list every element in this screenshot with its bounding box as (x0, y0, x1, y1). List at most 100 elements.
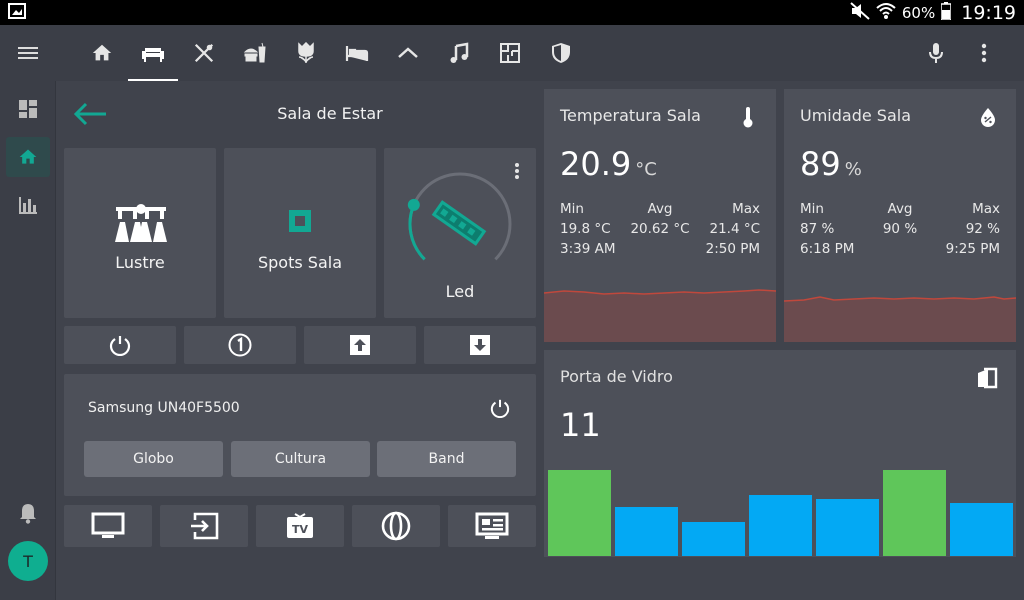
tab-home[interactable] (76, 25, 127, 81)
tab-roof[interactable] (382, 25, 433, 81)
history-bar (548, 470, 611, 556)
shield-icon (551, 43, 570, 63)
room-title: Sala de Estar (277, 104, 383, 123)
music-icon (450, 42, 468, 63)
tab-dining[interactable] (229, 25, 280, 81)
cutlery-icon (194, 43, 213, 63)
power-button[interactable] (64, 326, 176, 364)
humidity-sensor-card[interactable]: Umidade Sala 89% Min Avg Max 87 % 90 % 92 % … (784, 89, 1016, 342)
monitor-icon (91, 512, 125, 538)
light-card-led[interactable]: Led (384, 148, 536, 318)
tv-icon: TV (287, 513, 313, 538)
humidity-history-graph (784, 296, 1016, 342)
battery-level: 60% (901, 3, 936, 22)
sidebar-item-history[interactable] (6, 185, 50, 225)
history-bar (883, 470, 946, 556)
top-app-bar (0, 25, 1024, 81)
guide-icon (475, 512, 509, 539)
home-assistant-screen: 60% 19:19 T Sala de Estar Lustre Spots S… (0, 0, 1024, 600)
sensor-unit: °C (635, 159, 657, 180)
lower-button[interactable] (424, 326, 536, 364)
number-one-icon (228, 333, 252, 357)
sensor-value: 89% (800, 145, 862, 183)
dashboard-icon (19, 100, 37, 118)
flower-icon (297, 42, 314, 63)
tv-guide-button[interactable] (448, 505, 536, 547)
overflow-menu-button[interactable] (972, 37, 996, 69)
home-icon (92, 44, 111, 61)
stat-max: 92 % (965, 221, 1001, 237)
sensor-stats: Min Avg Max 19.8 °C 20.62 °C 21.4 °C 3:39 AM… (560, 201, 760, 261)
glass-door-card[interactable]: Porta de Vidro 11 (544, 350, 1016, 557)
tab-bedroom[interactable] (331, 25, 382, 81)
spot-icon (289, 210, 311, 232)
screenshot-icon (8, 2, 26, 23)
history-bar (615, 507, 678, 556)
light-card-spots[interactable]: Spots Sala (224, 148, 376, 318)
tab-music[interactable] (433, 25, 484, 81)
scene-one-button[interactable] (184, 326, 296, 364)
voice-button[interactable] (922, 37, 950, 69)
sidebar: T (0, 81, 56, 600)
sensor-title: Umidade Sala (800, 106, 911, 125)
history-bar (816, 499, 879, 556)
sensor-value: 11 (560, 406, 601, 444)
temperature-history-graph (544, 289, 776, 342)
light-label-lustre: Lustre (115, 253, 165, 272)
tab-garden[interactable] (280, 25, 331, 81)
stat-avg: 90 % (882, 221, 918, 237)
input-icon (191, 512, 219, 540)
globe-icon (381, 511, 411, 541)
tv-power-button[interactable] (488, 396, 512, 420)
tab-kitchen[interactable] (178, 25, 229, 81)
sensor-stats: Min Avg Max 87 % 90 % 92 % 6:18 PM 9:25 PM (800, 201, 1000, 261)
microphone-icon (929, 43, 943, 63)
sidebar-item-home[interactable] (6, 137, 50, 177)
channel-button-band[interactable]: Band (377, 441, 516, 477)
power-icon (109, 336, 131, 356)
history-bar (749, 495, 812, 556)
tv-screen-button[interactable] (64, 505, 152, 547)
sensor-title: Porta de Vidro (560, 367, 673, 386)
roof-icon (397, 47, 418, 58)
sensor-value: 20.9 °C (560, 145, 657, 183)
history-bar (950, 503, 1013, 556)
light-label-spots: Spots Sala (257, 253, 342, 272)
door-icon (976, 367, 1000, 391)
status-bar: 60% 19:19 (0, 0, 1024, 25)
hamburger-icon (18, 47, 38, 59)
back-button[interactable] (72, 100, 108, 128)
tab-living-room[interactable] (127, 25, 178, 81)
tv-mode-button[interactable]: TV (256, 505, 344, 547)
tab-floorplan[interactable] (484, 25, 535, 81)
arrow-left-icon (73, 102, 106, 126)
tv-web-button[interactable] (352, 505, 440, 547)
sidebar-item-overview[interactable] (6, 89, 50, 129)
wifi-icon (876, 2, 896, 24)
power-icon (490, 399, 510, 418)
more-vert-icon (981, 43, 987, 63)
temperature-sensor-card[interactable]: Temperatura Sala 20.9 °C Min Avg Max 19.8 °… (544, 89, 776, 342)
bar-chart-icon (19, 197, 37, 214)
led-strip-icon (431, 200, 487, 246)
light-card-lustre[interactable]: Lustre (64, 148, 216, 318)
mute-icon (850, 1, 870, 24)
notifications-button[interactable] (6, 493, 50, 533)
stat-avg: 20.62 °C (630, 221, 690, 237)
arrow-up-icon (350, 335, 370, 355)
light-label-led: Led (445, 282, 475, 301)
raise-button[interactable] (304, 326, 416, 364)
arrow-down-icon (470, 335, 490, 355)
room-tabs (76, 25, 586, 81)
sofa-icon (141, 48, 164, 62)
menu-button[interactable] (14, 39, 42, 67)
thermometer-icon (738, 105, 758, 129)
channel-button-cultura[interactable]: Cultura (231, 441, 370, 477)
tv-input-button[interactable] (160, 505, 248, 547)
tab-security[interactable] (535, 25, 586, 81)
stat-min-time: 3:39 AM (560, 241, 616, 257)
avatar[interactable]: T (8, 541, 48, 581)
stat-max-time: 9:25 PM (945, 241, 1001, 257)
channel-button-globo[interactable]: Globo (84, 441, 223, 477)
bed-icon (345, 46, 368, 61)
